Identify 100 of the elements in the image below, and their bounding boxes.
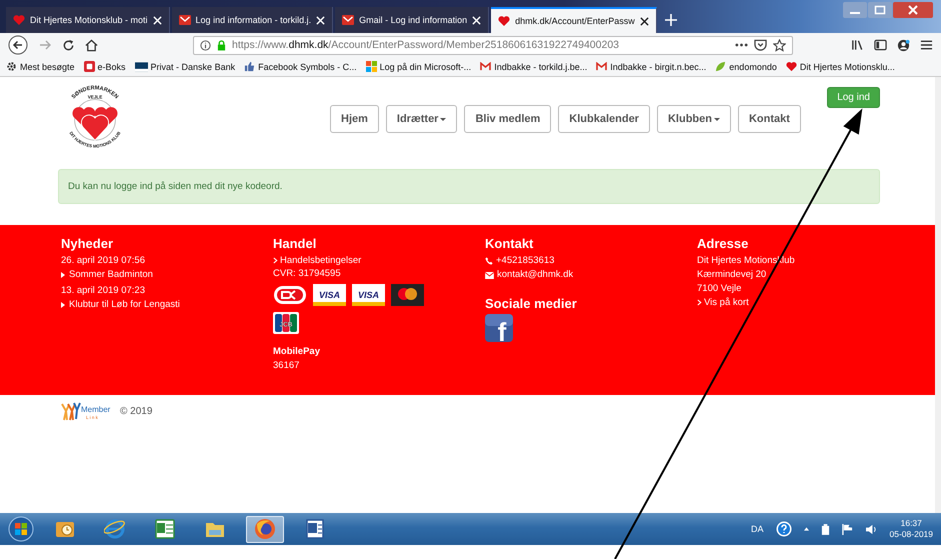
thumbs-up-icon bbox=[244, 61, 256, 72]
bookmark[interactable]: Dit Hjertes Motionsklu... bbox=[786, 61, 895, 72]
bookmark[interactable]: Mest besøgte bbox=[6, 61, 75, 72]
bookmark-label: Privat - Danske Bank bbox=[150, 62, 236, 72]
address-bar[interactable]: https://www.dhmk.dk/Account/EnterPassword/Member25186061631922749400203 bbox=[193, 36, 793, 54]
windows-icon bbox=[366, 61, 377, 72]
bookmark-label: endomondo bbox=[729, 62, 777, 72]
document-icon bbox=[304, 518, 326, 540]
chevron-icon bbox=[273, 257, 278, 264]
dankort-icon bbox=[273, 284, 307, 306]
url-text: https://www.dhmk.dk/Account/EnterPassword/Member25186061631922749400203 bbox=[232, 39, 620, 51]
news-date: 26. april 2019 07:56 bbox=[61, 254, 146, 268]
caret-icon[interactable] bbox=[804, 527, 809, 531]
cvr-number: CVR: 31794595 bbox=[273, 267, 341, 281]
browser-e-icon bbox=[104, 518, 126, 540]
tab-title: Log ind information - torkild.j. bbox=[196, 15, 312, 25]
nav-button[interactable]: Kontakt bbox=[738, 105, 801, 133]
maximize-icon[interactable] bbox=[868, 2, 892, 18]
taskbar-app[interactable] bbox=[246, 516, 284, 542]
sidebar-icon[interactable] bbox=[874, 39, 887, 51]
footer-heading: Handel bbox=[273, 236, 316, 251]
phone-icon bbox=[485, 257, 493, 265]
address-line: Kærmindevej 20 bbox=[697, 268, 766, 282]
news-link[interactable]: Klubtur til Løb for Lengasti bbox=[61, 298, 180, 311]
info-icon[interactable] bbox=[200, 40, 211, 50]
reload-icon[interactable] bbox=[62, 38, 75, 52]
heart-icon bbox=[498, 15, 510, 27]
nav-button[interactable]: Klubben bbox=[656, 105, 731, 133]
speaker-icon[interactable] bbox=[864, 524, 878, 534]
bookmark-label: Dit Hjertes Motionsklu... bbox=[800, 62, 895, 72]
mobilepay-label: MobilePay bbox=[273, 345, 320, 359]
mail-icon bbox=[480, 62, 492, 71]
chevron-icon bbox=[697, 299, 702, 306]
more-icon[interactable] bbox=[735, 43, 748, 47]
bookmark-label: Facebook Symbols - C... bbox=[258, 62, 357, 72]
mail-icon bbox=[596, 62, 608, 71]
news-date: 13. april 2019 07:23 bbox=[61, 284, 146, 298]
phone-link[interactable]: +4521853613 bbox=[496, 254, 554, 268]
bookmark-label: Log på din Microsoft-... bbox=[380, 62, 472, 72]
nav-button[interactable]: Hjem bbox=[330, 105, 379, 133]
back-icon[interactable] bbox=[8, 35, 28, 55]
spreadsheet-icon bbox=[154, 518, 176, 540]
footer-heading: Adresse bbox=[697, 236, 748, 251]
triangle-icon bbox=[61, 302, 65, 308]
clock-time[interactable]: 16:37 bbox=[900, 518, 922, 529]
minimize-icon[interactable] bbox=[843, 2, 867, 18]
caret-icon bbox=[440, 118, 446, 120]
news-link[interactable]: Sommer Badminton bbox=[61, 268, 153, 281]
tab-title: Dit Hjertes Motionsklub - moti bbox=[30, 15, 148, 25]
footer-heading: Kontakt bbox=[485, 236, 534, 251]
nav-button[interactable]: Idrætter bbox=[386, 105, 458, 133]
bookmark-label: Mest besøgte bbox=[20, 62, 75, 72]
gear-icon bbox=[6, 61, 17, 72]
language-indicator[interactable]: DA bbox=[751, 524, 764, 534]
mastercard-icon bbox=[391, 284, 424, 306]
caret-icon bbox=[714, 118, 720, 120]
bookmark-label: e-Boks bbox=[98, 62, 126, 72]
browser-tab[interactable]: Dit Hjertes Motionsklub - moti bbox=[6, 7, 170, 33]
footer-heading: Nyheder bbox=[61, 236, 114, 251]
nav-button[interactable]: Klubkalender bbox=[558, 105, 650, 133]
visa-card: VISA bbox=[313, 284, 346, 306]
bookmark[interactable]: Facebook Symbols - C... bbox=[244, 61, 357, 72]
browser-tab[interactable]: Log ind information - torkild.j. bbox=[172, 7, 334, 33]
padlock-icon bbox=[217, 40, 226, 50]
menu-icon[interactable] bbox=[920, 39, 933, 51]
copyright-text: © 2019 bbox=[120, 406, 152, 416]
start-button[interactable] bbox=[8, 516, 34, 542]
nav-button[interactable]: Bliv medlem bbox=[464, 105, 552, 133]
battery-icon[interactable] bbox=[820, 524, 830, 534]
mail-icon bbox=[342, 15, 354, 25]
help-icon[interactable] bbox=[776, 521, 792, 537]
plus-icon[interactable] bbox=[664, 14, 677, 26]
library-icon[interactable] bbox=[851, 39, 864, 51]
square-icon bbox=[84, 61, 95, 72]
triangle-icon bbox=[61, 272, 65, 278]
envelope-icon bbox=[485, 272, 494, 278]
firefox-icon bbox=[254, 518, 276, 540]
pocket-icon[interactable] bbox=[754, 39, 767, 51]
footer-heading: Sociale medier bbox=[485, 296, 577, 311]
bookmark[interactable]: e-Boks bbox=[84, 61, 126, 72]
tab-title: dhmk.dk/Account/EnterPassw bbox=[515, 16, 635, 26]
browser-tab[interactable]: Gmail - Log ind information bbox=[335, 7, 490, 33]
mail-icon bbox=[178, 15, 191, 25]
heart-icon bbox=[13, 14, 25, 26]
tab-title: Gmail - Log ind information bbox=[359, 15, 468, 25]
home-icon[interactable] bbox=[85, 38, 98, 52]
terms-link[interactable]: Handelsbetingelser bbox=[273, 254, 362, 267]
leaf-icon bbox=[715, 61, 726, 72]
bookmark[interactable]: Privat - Danske Bank bbox=[134, 62, 236, 72]
facebook-icon[interactable]: f bbox=[485, 314, 513, 342]
bookmark[interactable]: endomondo bbox=[715, 61, 777, 72]
close-icon[interactable] bbox=[640, 16, 649, 26]
address-line: 7100 Vejle bbox=[697, 282, 742, 296]
star-icon[interactable] bbox=[773, 38, 786, 52]
map-link[interactable]: Vis på kort bbox=[697, 296, 749, 309]
bookmark[interactable]: Log på din Microsoft-... bbox=[366, 61, 472, 72]
browser-tab[interactable]: dhmk.dk/Account/EnterPassw bbox=[491, 7, 657, 33]
email-link[interactable]: kontakt@dhmk.dk bbox=[497, 268, 574, 282]
account-icon[interactable] bbox=[897, 38, 910, 52]
clock-date[interactable]: 05-08-2019 bbox=[890, 529, 933, 540]
